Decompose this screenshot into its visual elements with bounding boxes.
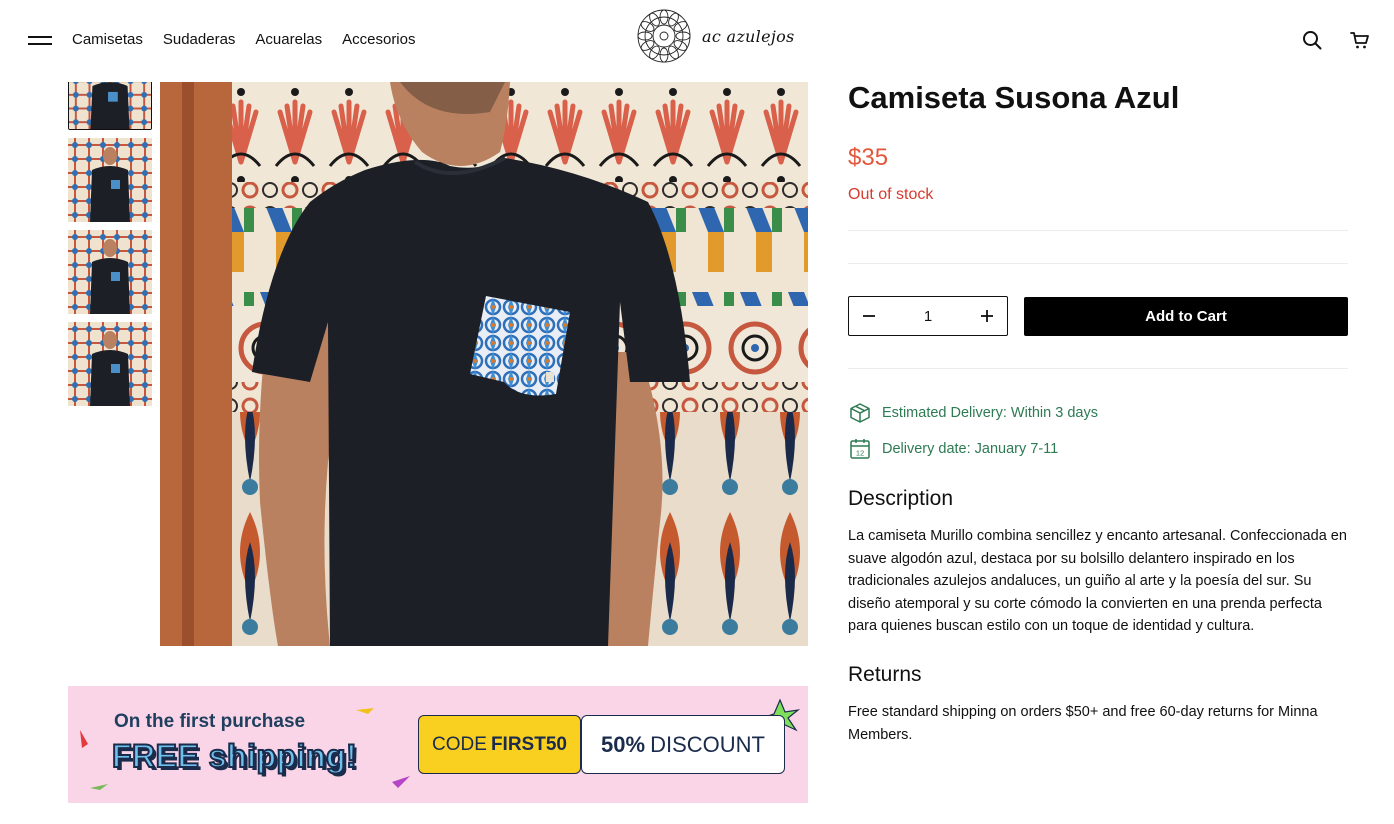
nav-accesorios[interactable]: Accesorios (342, 30, 415, 50)
quantity-input[interactable] (889, 297, 967, 335)
main-nav: Camisetas Sudaderas Acuarelas Accesorios (72, 30, 435, 50)
description-text: La camiseta Murillo combina sencillez y … (848, 528, 1347, 634)
nav-sudaderas[interactable]: Sudaderas (163, 30, 236, 50)
description-heading: Description (848, 487, 954, 510)
coupon[interactable]: CODE FIRST50 50% DISCOUNT (418, 715, 785, 774)
cart-icon[interactable] (1348, 28, 1372, 52)
mandala-logo-icon (637, 9, 691, 63)
search-icon[interactable] (1300, 28, 1324, 52)
coupon-discount-label: DISCOUNT (650, 731, 765, 757)
returns-heading: Returns (848, 663, 922, 686)
thumbnail-3[interactable] (68, 230, 152, 314)
hamburger-icon[interactable] (28, 34, 52, 46)
thumbnail-4[interactable] (68, 322, 152, 406)
product-title: Camiseta Susona Azul (848, 80, 1180, 115)
site-header: Camisetas Sudaderas Acuarelas Accesorios (0, 0, 1394, 82)
logo-text: ac azulejos (702, 26, 795, 46)
quantity-stepper (848, 296, 1008, 336)
package-icon (850, 403, 870, 423)
add-to-cart-button[interactable]: Add to Cart (1024, 297, 1348, 336)
nav-camisetas[interactable]: Camisetas (72, 30, 143, 50)
plus-icon (981, 310, 993, 322)
divider (848, 230, 1348, 231)
site-logo[interactable]: ac azulejos (636, 6, 796, 66)
returns-text: Free standard shipping on orders $50+ an… (848, 704, 1318, 743)
promo-banner[interactable]: On the first purchase FREE shipping! COD… (68, 686, 808, 803)
estimated-delivery-text: Estimated Delivery: Within 3 days (882, 405, 1098, 421)
coupon-discount-value: 50% (601, 731, 646, 757)
product-price: $35 (848, 144, 889, 171)
nav-acuarelas[interactable]: Acuarelas (255, 30, 322, 50)
banner-line1: On the first purchase (114, 711, 306, 732)
coupon-code: CODE FIRST50 (418, 715, 581, 774)
coupon-discount: 50% DISCOUNT (581, 715, 785, 774)
quantity-increase-button[interactable] (967, 297, 1007, 335)
divider (848, 368, 1348, 369)
product-main-image[interactable] (160, 82, 808, 646)
thumbnail-2[interactable] (68, 138, 152, 222)
coupon-code-prefix: CODE (432, 733, 487, 755)
calendar-icon: 12 (850, 439, 870, 459)
coupon-code-value: FIRST50 (490, 733, 567, 755)
stock-status: Out of stock (848, 186, 934, 203)
quantity-decrease-button[interactable] (849, 297, 889, 335)
delivery-date: 12 Delivery date: January 7-11 (848, 438, 1058, 460)
divider (848, 263, 1348, 264)
banner-line2: FREE shipping! (111, 737, 358, 775)
estimated-delivery: Estimated Delivery: Within 3 days (848, 402, 1098, 424)
calendar-day: 12 (856, 449, 864, 458)
delivery-date-text: Delivery date: January 7-11 (882, 441, 1059, 457)
minus-icon (863, 315, 875, 317)
